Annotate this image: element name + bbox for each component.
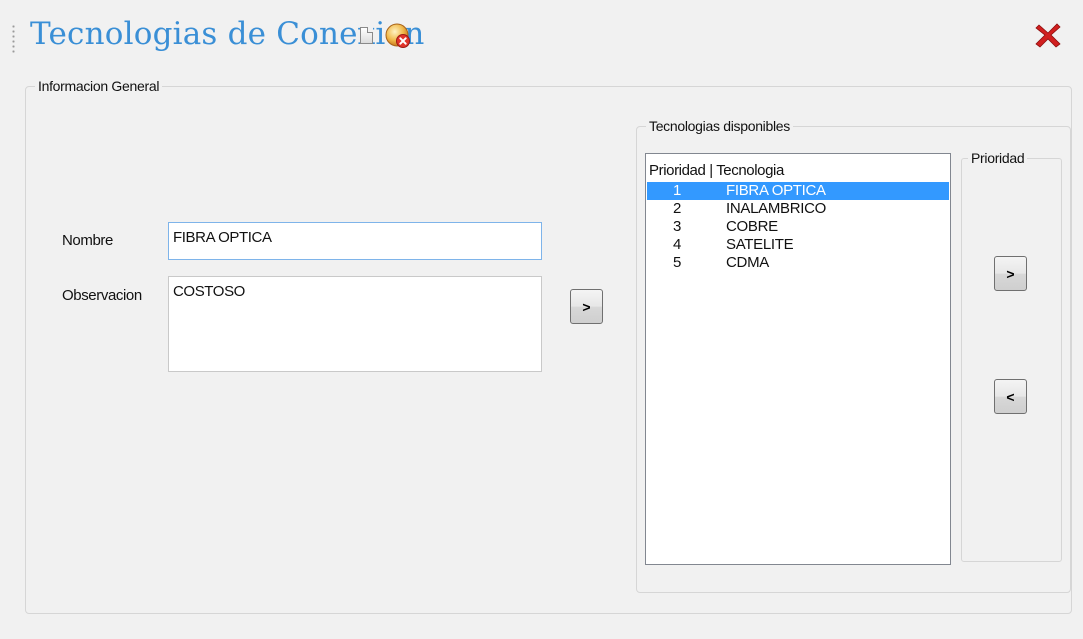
close-icon[interactable] [1033, 20, 1063, 50]
priority-group: Prioridad [961, 150, 1062, 562]
priority-up-button[interactable]: > [994, 256, 1027, 291]
general-info-legend: Informacion General [38, 78, 160, 94]
list-item-priority: 3 [673, 218, 682, 235]
add-to-list-button[interactable]: > [570, 289, 603, 324]
list-item[interactable]: 4 SATELITE [647, 236, 949, 254]
list-header: Prioridad | Tecnologia [649, 162, 784, 179]
list-item[interactable]: 1 FIBRA OPTICA [647, 182, 949, 200]
cancel-icon[interactable] [384, 22, 412, 50]
list-item[interactable]: 5 CDMA [647, 254, 949, 272]
observacion-field[interactable]: COSTOSO [168, 276, 542, 372]
nombre-field[interactable]: FIBRA OPTICA [168, 222, 542, 260]
list-item-name: CDMA [726, 254, 769, 271]
observacion-label: Observacion [62, 287, 142, 304]
list-item-priority: 4 [673, 236, 682, 253]
list-item-priority: 2 [673, 200, 682, 217]
list-item-name: COBRE [726, 218, 778, 235]
new-document-icon[interactable] [360, 27, 373, 44]
available-technologies-legend: Tecnologias disponibles [649, 118, 790, 134]
list-item-name: FIBRA OPTICA [726, 182, 826, 199]
list-item-name: INALAMBRICO [726, 200, 827, 217]
nombre-label: Nombre [62, 232, 113, 249]
list-item-priority: 1 [673, 182, 682, 199]
priority-legend: Prioridad [971, 150, 1025, 166]
toolbar-grip[interactable] [12, 24, 15, 54]
list-item-priority: 5 [673, 254, 682, 271]
list-item[interactable]: 2 INALAMBRICO [647, 200, 949, 218]
list-item-name: SATELITE [726, 236, 794, 253]
priority-down-button[interactable]: < [994, 379, 1027, 414]
list-item[interactable]: 3 COBRE [647, 218, 949, 236]
technologies-listbox[interactable]: Prioridad | Tecnologia 1 FIBRA OPTICA 2 … [645, 153, 951, 565]
